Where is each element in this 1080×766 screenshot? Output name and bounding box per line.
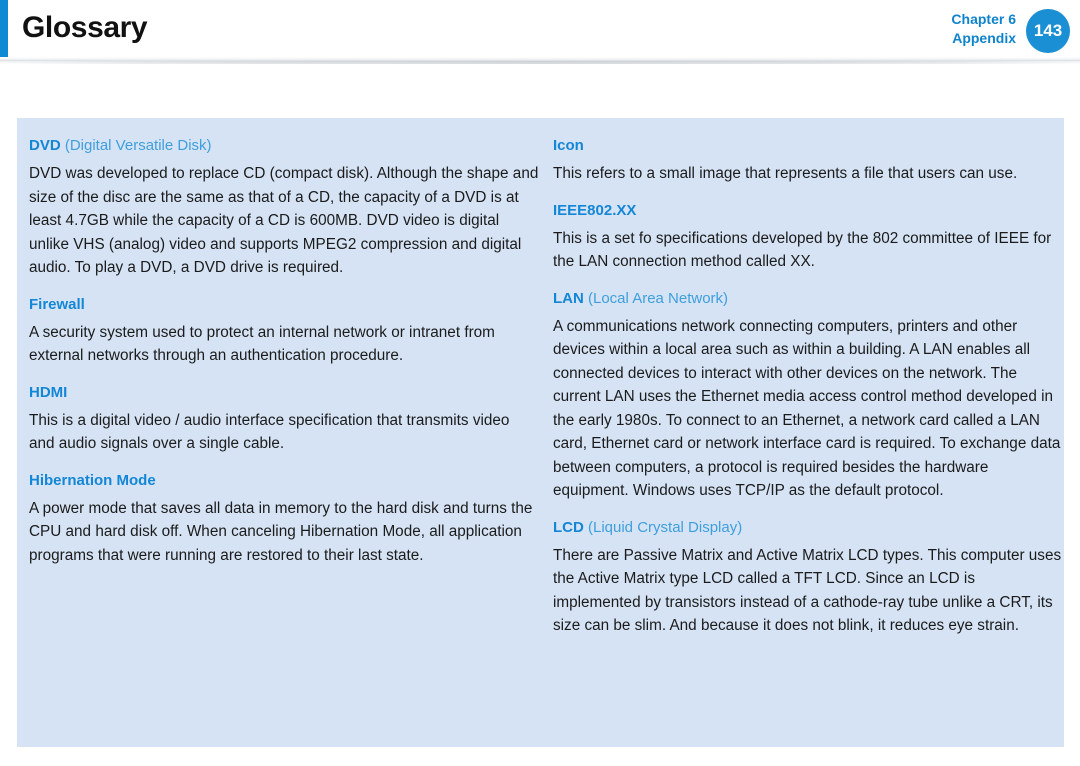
chapter-label: Chapter 6 — [951, 11, 1016, 27]
glossary-definition: A communications network connecting comp… — [553, 317, 1061, 500]
glossary-definition: This refers to a small image that repres… — [553, 165, 1018, 182]
page-title: Glossary — [22, 11, 148, 44]
glossary-term-line: Hibernation Mode — [29, 470, 539, 491]
glossary-term: HDMI — [29, 383, 68, 401]
chapter-indicator: Chapter 6 Appendix — [951, 10, 1016, 48]
glossary-definition: A power mode that saves all data in memo… — [29, 499, 533, 564]
glossary-entry: IEEE802.XX This is a set fo specification… — [553, 200, 1065, 274]
glossary-term: IEEE802.XX — [553, 201, 637, 219]
section-label: Appendix — [952, 30, 1016, 46]
header-accent-bar — [0, 0, 8, 58]
glossary-entry: DVD (Digital Versatile Disk) DVD was deve… — [29, 135, 539, 280]
glossary-column-left: DVD (Digital Versatile Disk) DVD was deve… — [29, 135, 539, 567]
glossary-term-line: Icon — [553, 135, 1065, 156]
glossary-term: Hibernation Mode — [29, 471, 156, 489]
glossary-entry: LCD (Liquid Crystal Display) There are Pa… — [553, 517, 1065, 638]
glossary-term-line: LCD (Liquid Crystal Display) — [553, 517, 1065, 538]
glossary-definition: There are Passive Matrix and Active Matr… — [553, 546, 1062, 635]
glossary-entry: LAN (Local Area Network) A communications… — [553, 288, 1065, 503]
glossary-definition: A security system used to protect an int… — [29, 323, 495, 365]
glossary-term: DVD — [29, 137, 61, 154]
glossary-column-right: Icon This refers to a small image that re… — [553, 135, 1065, 638]
glossary-entry: Hibernation Mode A power mode that saves … — [29, 470, 539, 568]
glossary-term: Icon — [553, 137, 584, 154]
page-number-badge: 143 — [1026, 9, 1070, 53]
glossary-term: LAN — [553, 289, 584, 307]
glossary-definition: This is a set fo specifications develope… — [553, 229, 1052, 271]
glossary-term-expansion: (Liquid Crystal Display) — [583, 518, 743, 536]
glossary-entry: Icon This refers to a small image that re… — [553, 135, 1065, 186]
glossary-term-line: HDMI — [29, 382, 539, 403]
glossary-panel: DVD (Digital Versatile Disk) DVD was deve… — [17, 118, 1064, 747]
glossary-term-line: DVD (Digital Versatile Disk) — [29, 135, 539, 156]
glossary-definition: This is a digital video / audio interfac… — [29, 411, 510, 453]
glossary-term-expansion: (Digital Versatile Disk) — [60, 137, 212, 154]
glossary-term-line: IEEE802.XX — [553, 200, 1065, 221]
glossary-columns: DVD (Digital Versatile Disk) DVD was deve… — [17, 118, 1064, 747]
glossary-term-expansion: (Local Area Network) — [583, 289, 729, 307]
header-divider-shadow — [0, 61, 1080, 64]
glossary-entry: Firewall A security system used to protec… — [29, 294, 539, 368]
glossary-term-line: LAN (Local Area Network) — [553, 288, 1065, 309]
glossary-term: LCD — [553, 518, 584, 536]
glossary-term-line: Firewall — [29, 294, 539, 315]
glossary-definition: DVD was developed to replace CD (compact… — [29, 165, 539, 276]
glossary-term: Firewall — [29, 295, 85, 313]
glossary-entry: HDMI This is a digital video / audio inte… — [29, 382, 539, 456]
page-header: Glossary Chapter 6 Appendix 143 — [0, 0, 1080, 66]
